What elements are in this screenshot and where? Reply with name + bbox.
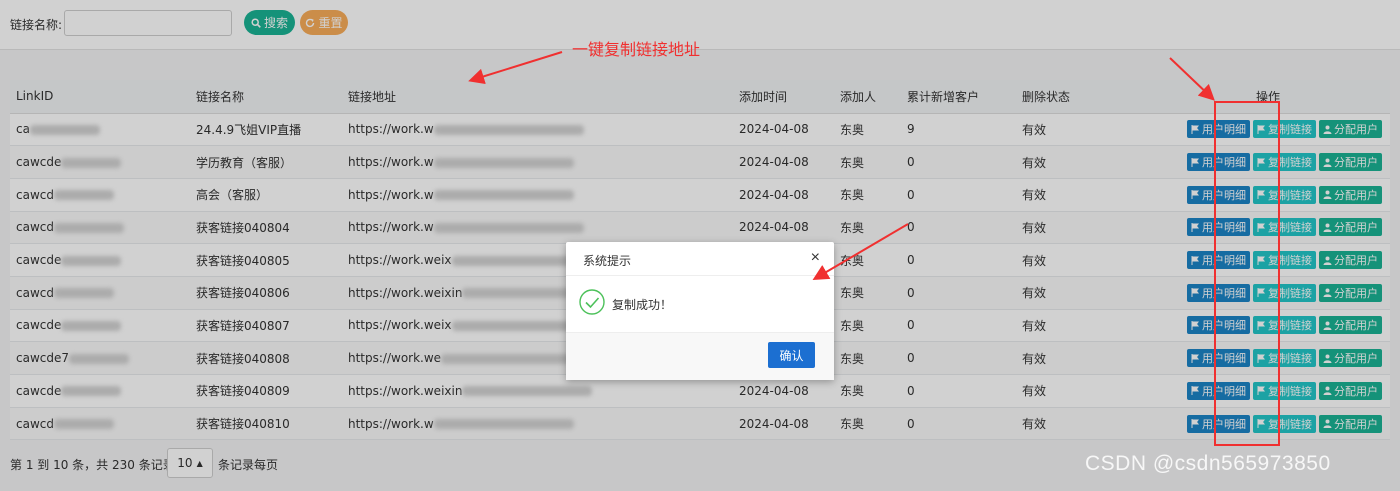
confirm-button[interactable]: 确认	[768, 342, 815, 368]
annotation-text: 一键复制链接地址	[572, 40, 701, 59]
dialog-body: 复制成功！	[566, 276, 834, 332]
dialog-header: 系统提示 ×	[566, 242, 834, 276]
system-alert-dialog: 系统提示 × 复制成功！ 确认	[566, 242, 834, 380]
close-icon[interactable]: ×	[811, 250, 820, 266]
success-check-icon	[579, 289, 605, 315]
watermark: CSDN @csdn565973850	[1085, 452, 1331, 475]
dialog-message: 复制成功！	[612, 298, 673, 312]
dialog-footer: 确认	[566, 332, 834, 380]
annotation-highlight-box	[1214, 101, 1280, 446]
dialog-title: 系统提示	[583, 254, 632, 268]
